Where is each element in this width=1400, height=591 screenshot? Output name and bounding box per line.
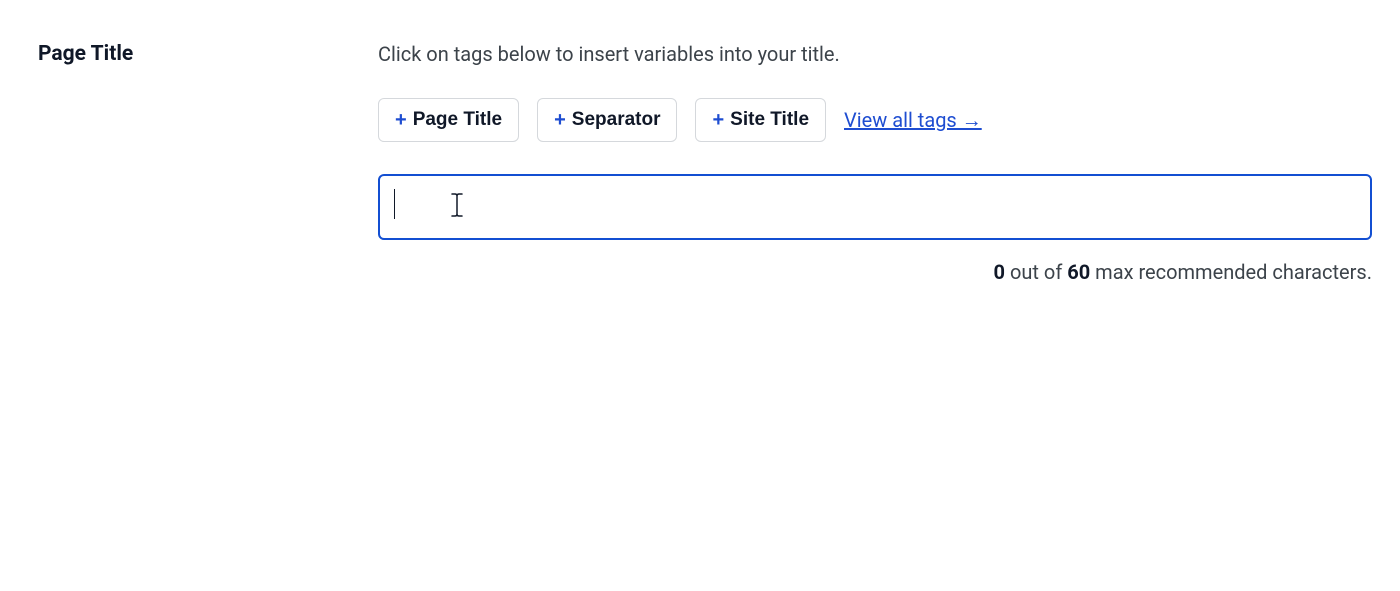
helper-text: Click on tags below to insert variables … (378, 42, 1372, 66)
section-label: Page Title (38, 42, 378, 66)
tag-label: Page Title (413, 109, 502, 131)
tags-row: + Page Title + Separator + Site Title Vi… (378, 98, 1372, 142)
counter-suffix: max recommended characters. (1090, 260, 1372, 284)
tag-button-separator[interactable]: + Separator (537, 98, 677, 142)
page-title-input[interactable] (378, 174, 1372, 240)
tag-label: Separator (572, 109, 661, 131)
text-caret (394, 189, 395, 219)
main-column: Click on tags below to insert variables … (378, 42, 1372, 284)
label-column: Page Title (38, 42, 378, 284)
plus-icon: + (554, 110, 566, 130)
tag-button-site-title[interactable]: + Site Title (695, 98, 826, 142)
counter-current: 0 (994, 260, 1005, 284)
page-title-section: Page Title Click on tags below to insert… (0, 0, 1400, 284)
plus-icon: + (395, 110, 407, 130)
view-all-tags-link[interactable]: View all tags → (844, 108, 982, 133)
tag-label: Site Title (730, 109, 809, 131)
title-input-wrapper (378, 174, 1372, 240)
character-counter: 0 out of 60 max recommended characters. (378, 260, 1372, 284)
plus-icon: + (712, 110, 724, 130)
counter-max: 60 (1067, 260, 1090, 284)
counter-sep: out of (1005, 260, 1067, 284)
tag-button-page-title[interactable]: + Page Title (378, 98, 519, 142)
